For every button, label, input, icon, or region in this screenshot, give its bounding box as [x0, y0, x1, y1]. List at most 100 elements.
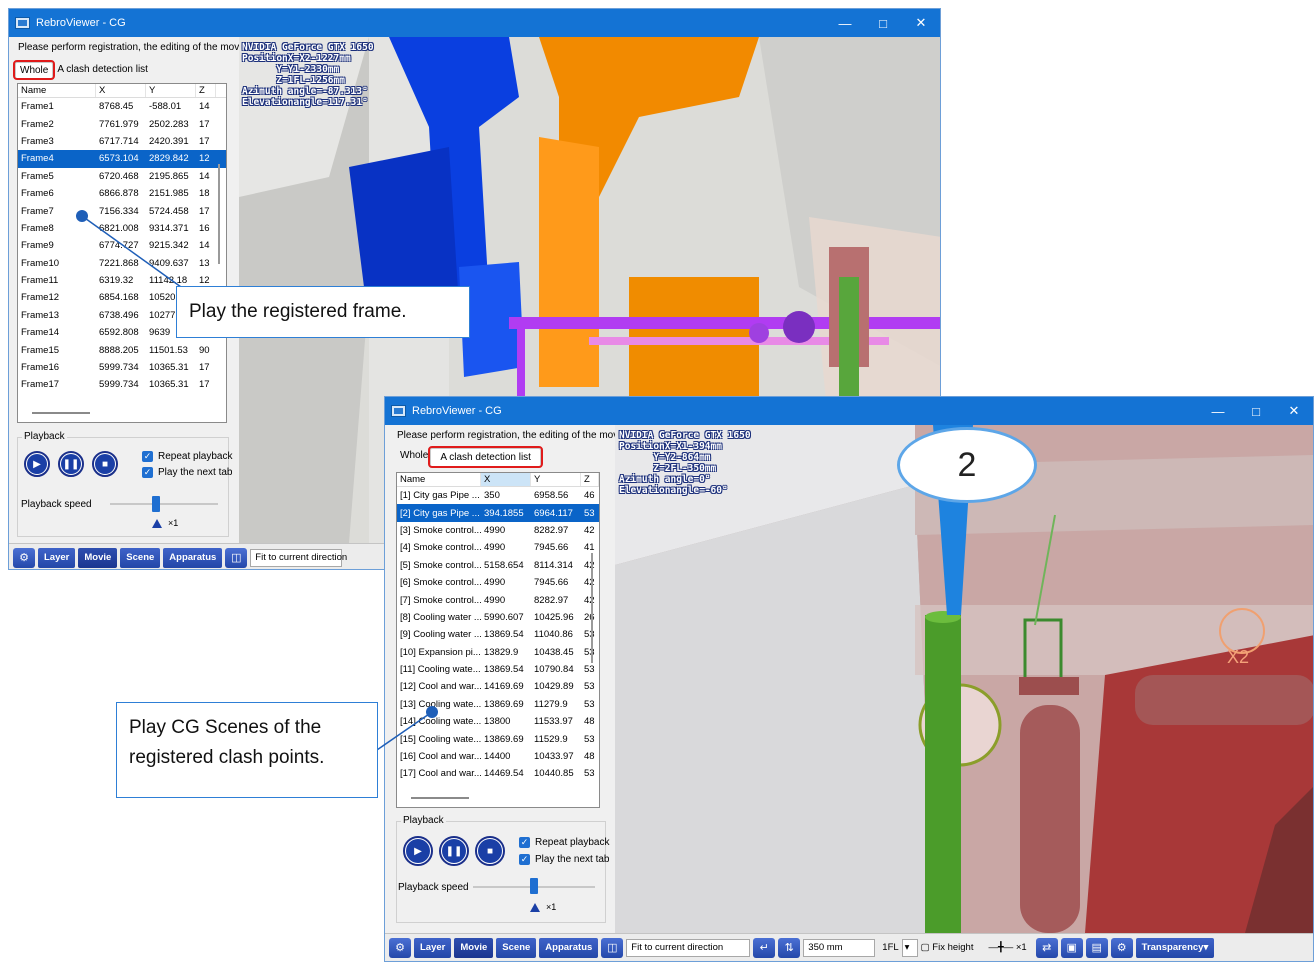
table-row[interactable]: [8] Cooling water ... 5990.607 10425.96 26 — [397, 609, 599, 626]
table-row[interactable]: Frame5 6720.468 2195.865 14 — [18, 168, 226, 185]
table-cell: [8] Cooling water ... — [400, 611, 481, 623]
table-row[interactable]: [15] Cooling wate... 13869.69 11529.9 53 — [397, 730, 599, 747]
col-z[interactable]: Z — [581, 473, 599, 486]
tab-whole[interactable]: Whole — [12, 60, 56, 80]
col-y[interactable]: Y — [146, 84, 196, 97]
list-vscrollbar[interactable] — [591, 553, 593, 663]
maximize-icon[interactable]: □ — [1237, 397, 1275, 425]
play-button[interactable]: ▶ — [24, 451, 50, 477]
flip-view-icon[interactable]: ⇄ — [1035, 937, 1058, 958]
stop-button[interactable]: ■ — [92, 451, 118, 477]
table-row[interactable]: [9] Cooling water ... 13869.54 11040.86 53 — [397, 626, 599, 643]
table-row[interactable]: [5] Smoke control... 5158.654 8114.314 42 — [397, 557, 599, 574]
fix-height-checkbox[interactable]: ▢ Fix height — [921, 942, 974, 953]
axis-speed-indicator[interactable]: —╋— ×1 — [988, 942, 1026, 953]
layer-button[interactable]: Layer — [38, 547, 76, 568]
movie-button[interactable]: Movie — [78, 547, 118, 568]
list-hscrollbar[interactable] — [411, 797, 469, 799]
table-row[interactable]: Frame8 6821.008 9314.371 16 — [18, 220, 226, 237]
minimize-icon[interactable]: — — [826, 9, 864, 37]
table-row[interactable]: [12] Cool and war... 14169.69 10429.89 53 — [397, 678, 599, 695]
front-cg-viewport[interactable]: NVIDIA GeForce GTX 1650 PositionX=X1-394… — [615, 425, 1313, 933]
enter-icon[interactable]: ↵ — [753, 937, 776, 958]
col-x[interactable]: X — [481, 473, 531, 486]
col-y[interactable]: Y — [531, 473, 581, 486]
table-cell: 13869.54 — [484, 664, 524, 676]
settings-gear-icon[interactable]: ⚙ — [389, 937, 411, 958]
back-titlebar[interactable]: RebroViewer - CG — □ ✕ — [9, 9, 940, 37]
table-cell: 14400 — [484, 751, 511, 763]
camera-icon[interactable]: ▣ — [1060, 937, 1083, 958]
settings-gear-icon[interactable]: ⚙ — [13, 547, 35, 568]
table-row[interactable]: [16] Cool and war... 14400 10433.97 48 — [397, 748, 599, 765]
apparatus-button[interactable]: Apparatus — [163, 547, 223, 568]
print-icon[interactable]: ▤ — [1085, 937, 1108, 958]
table-row[interactable]: [17] Cool and war... 14469.54 10440.85 53 — [397, 765, 599, 782]
panel-toggle-icon[interactable]: ◫ — [601, 937, 624, 958]
table-row[interactable]: [7] Smoke control... 4990 8282.97 42 — [397, 591, 599, 608]
table-row[interactable]: [13] Cooling wate... 13869.69 11279.9 53 — [397, 696, 599, 713]
table-row[interactable]: [14] Cooling wate... 13800 11533.97 48 — [397, 713, 599, 730]
clash-list[interactable]: Name X Y Z [1] City gas Pipe ... 350 6958.… — [396, 472, 600, 808]
table-row[interactable]: Frame17 5999.734 10365.31 17 — [18, 376, 226, 393]
play-next-tab-checkbox[interactable]: ✓ Play the next tab — [519, 854, 610, 865]
repeat-playback-checkbox[interactable]: ✓ Repeat playback — [519, 837, 610, 848]
speed-slider-thumb[interactable] — [152, 496, 160, 512]
speed-slider-thumb[interactable] — [530, 878, 538, 894]
table-row[interactable]: Frame7 7156.334 5724.458 17 — [18, 202, 226, 219]
table-row[interactable]: Frame1 8768.45 -588.01 14 — [18, 98, 226, 115]
tab-clash-list[interactable]: A clash detection list — [53, 62, 152, 78]
tab-clash-list[interactable]: A clash detection list — [428, 446, 543, 468]
table-row[interactable]: Frame10 7221.868 9409.637 13 — [18, 255, 226, 272]
movie-button[interactable]: Movie — [454, 937, 494, 958]
apparatus-button[interactable]: Apparatus — [539, 937, 599, 958]
table-row[interactable]: Frame2 7761.979 2502.283 17 — [18, 115, 226, 132]
layer-button[interactable]: Layer — [414, 937, 452, 958]
table-row[interactable]: [10] Expansion pi... 13829.9 10438.45 53 — [397, 644, 599, 661]
table-row[interactable]: [1] City gas Pipe ... 350 6958.56 46 — [397, 487, 599, 504]
col-z[interactable]: Z — [196, 84, 216, 97]
speed-slider-track[interactable] — [110, 503, 218, 505]
table-row[interactable]: [2] City gas Pipe ... 394.1855 6964.117 53 — [397, 504, 599, 522]
transparency-button[interactable]: Transparency ▾ — [1135, 937, 1215, 958]
front-titlebar[interactable]: RebroViewer - CG — □ ✕ — [385, 397, 1313, 425]
table-row[interactable]: [11] Cooling wate... 13869.54 10790.84 53 — [397, 661, 599, 678]
col-x[interactable]: X — [96, 84, 146, 97]
height-step-icon[interactable]: ⇅ — [778, 937, 801, 958]
table-row[interactable]: Frame9 6774.727 9215.342 14 — [18, 237, 226, 254]
direction-select[interactable]: Fit to current direction — [250, 548, 347, 567]
play-next-tab-checkbox[interactable]: ✓ Play the next tab — [142, 467, 233, 478]
table-row[interactable]: [3] Smoke control... 4990 8282.97 42 — [397, 522, 599, 539]
minimize-icon[interactable]: — — [1199, 397, 1237, 425]
table-row[interactable]: [6] Smoke control... 4990 7945.66 42 — [397, 574, 599, 591]
tab-whole[interactable]: Whole — [396, 448, 430, 466]
table-row[interactable]: Frame15 8888.205 11501.53 90 — [18, 341, 226, 358]
table-row[interactable]: Frame3 6717.714 2420.391 17 — [18, 133, 226, 150]
pause-button[interactable]: ❚❚ — [439, 836, 469, 866]
close-icon[interactable]: ✕ — [902, 9, 940, 37]
scene-button[interactable]: Scene — [496, 937, 537, 958]
col-name[interactable]: Name — [397, 473, 481, 486]
height-input[interactable]: 350 mm — [803, 938, 876, 957]
close-icon[interactable]: ✕ — [1275, 397, 1313, 425]
table-row[interactable]: Frame4 6573.104 2829.842 12 — [18, 150, 226, 168]
table-row[interactable]: Frame16 5999.734 10365.31 17 — [18, 359, 226, 376]
maximize-icon[interactable]: □ — [864, 9, 902, 37]
list-vscrollbar[interactable] — [218, 164, 220, 264]
play-button[interactable]: ▶ — [403, 836, 433, 866]
repeat-playback-checkbox[interactable]: ✓ Repeat playback — [142, 451, 233, 462]
col-name[interactable]: Name — [18, 84, 96, 97]
playback-group: Playback ▶ ❚❚ ■ ✓ Repeat playback ✓ Play t… — [17, 431, 233, 537]
table-cell: 394.1855 — [484, 507, 524, 519]
table-row[interactable]: Frame6 6866.878 2151.985 18 — [18, 185, 226, 202]
table-row[interactable]: [4] Smoke control... 4990 7945.66 41 — [397, 539, 599, 556]
floor-select[interactable]: ▾ — [901, 938, 918, 957]
stop-button[interactable]: ■ — [475, 836, 505, 866]
pause-button[interactable]: ❚❚ — [58, 451, 84, 477]
list-hscrollbar[interactable] — [32, 412, 90, 414]
view-settings-gear-icon[interactable]: ⚙ — [1110, 937, 1133, 958]
direction-select[interactable]: Fit to current direction — [626, 938, 751, 957]
panel-toggle-icon[interactable]: ◫ — [225, 547, 248, 568]
frame-list[interactable]: Name X Y Z Frame1 8768.45 -588.01 14 Frame2 7… — [17, 83, 227, 423]
scene-button[interactable]: Scene — [120, 547, 161, 568]
